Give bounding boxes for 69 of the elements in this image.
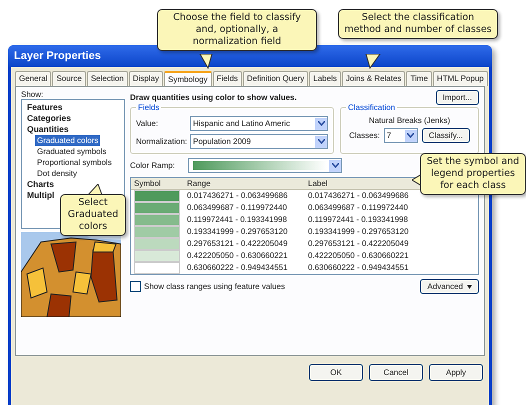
tab[interactable]: Selection xyxy=(86,71,128,86)
tree-item[interactable]: Dot density xyxy=(35,168,80,179)
callout: Set the symbol and legend properties for each class xyxy=(420,153,526,195)
symbol-swatch[interactable] xyxy=(134,214,180,226)
table-cell-text: 0.119972441 - 0.193341998 xyxy=(307,214,409,226)
symbol-swatch[interactable] xyxy=(134,190,180,202)
callout: Choose the field to classify and, optionally, a normalization field xyxy=(157,9,317,51)
symbol-swatch[interactable] xyxy=(134,238,180,250)
method-text: Natural Breaks (Jenks) xyxy=(368,116,450,125)
tree-item[interactable]: Graduated symbols xyxy=(35,146,108,157)
import-button[interactable]: Import... xyxy=(436,90,479,105)
callout: Select the classification method and number of classes xyxy=(338,9,498,39)
tab[interactable]: HTML Popup xyxy=(432,71,488,86)
tree-item[interactable]: Graduated colors xyxy=(35,135,100,146)
table-cell-text: 0.017436271 - 0.063499686 xyxy=(186,190,289,202)
normalization-dropdown[interactable]: Population 2009 xyxy=(190,134,328,149)
column-header: Symbol xyxy=(133,178,162,189)
symbol-swatch[interactable] xyxy=(134,262,180,274)
table-cell-text: 0.297653121 - 0.422205049 xyxy=(307,238,410,250)
dialog-button[interactable]: Apply xyxy=(429,364,483,381)
checkbox[interactable] xyxy=(130,281,141,292)
tab[interactable]: Fields xyxy=(212,71,242,86)
table-cell-text: 0.193341999 - 0.297653120 xyxy=(186,226,289,238)
tree-item[interactable]: Features xyxy=(25,102,121,113)
table-cell-text: 0.630660222 - 0.949434551 xyxy=(307,262,410,274)
column-header: Range xyxy=(186,178,212,189)
symbol-swatch[interactable] xyxy=(134,250,180,262)
classify-button[interactable]: Classify... xyxy=(422,128,470,143)
symbol-swatch[interactable] xyxy=(134,226,180,238)
group-legend: Classification xyxy=(346,103,398,112)
group-legend: Fields xyxy=(136,103,162,112)
tree-item[interactable]: Categories xyxy=(25,113,121,124)
tab[interactable]: Time xyxy=(406,71,432,86)
table-cell-text: 0.119972441 - 0.193341998 xyxy=(186,214,288,226)
tab[interactable]: Display xyxy=(128,71,163,86)
table-cell-text: 0.063499687 - 0.119972440 xyxy=(307,202,409,214)
table-cell-text: 0.297653121 - 0.422205049 xyxy=(186,238,289,250)
value-dropdown[interactable]: Hispanic and Latino Americ xyxy=(190,116,328,131)
column-header: Label xyxy=(307,178,329,189)
table-cell-text: 0.193341999 - 0.297653120 xyxy=(307,226,410,238)
tree-item[interactable]: Quantities xyxy=(25,124,121,135)
color-ramp-dropdown[interactable] xyxy=(188,158,342,173)
table-cell-text: 0.017436271 - 0.063499686 xyxy=(307,190,410,202)
classes-label: Classes: xyxy=(349,131,380,140)
color-ramp-label: Color Ramp: xyxy=(130,161,176,170)
symbol-swatch[interactable] xyxy=(134,202,180,214)
tab[interactable]: General xyxy=(15,71,52,86)
table-cell-text: 0.630660222 - 0.949434551 xyxy=(186,262,289,274)
tree-item[interactable]: Proportional symbols xyxy=(35,157,114,168)
tab[interactable]: Joins & Relates xyxy=(342,71,406,86)
classes-dropdown[interactable]: 7 xyxy=(384,128,418,143)
field-label: Value: xyxy=(136,119,160,128)
dialog-button[interactable]: OK xyxy=(309,364,363,381)
caret-icon xyxy=(467,284,472,288)
table-cell-text: 0.063499687 - 0.119972440 xyxy=(186,202,288,214)
tree-item[interactable]: Charts xyxy=(25,179,121,190)
heading-text: Draw quantities using color to show values. xyxy=(130,93,297,102)
advanced-button[interactable]: Advanced xyxy=(420,279,479,294)
tab[interactable]: Definition Query xyxy=(242,71,308,86)
tab[interactable]: Symbology xyxy=(164,71,212,86)
checkbox-label: Show class ranges using feature values xyxy=(144,282,285,291)
tab[interactable]: Source xyxy=(52,71,86,86)
field-label: Normalization: xyxy=(136,137,186,146)
callout: Select Graduated colors xyxy=(60,194,126,236)
tab[interactable]: Labels xyxy=(309,71,341,86)
table-cell-text: 0.422205050 - 0.630660221 xyxy=(186,250,289,262)
dialog-button[interactable]: Cancel xyxy=(369,364,423,381)
show-label: Show: xyxy=(21,90,44,99)
table-cell-text: 0.422205050 - 0.630660221 xyxy=(307,250,410,262)
